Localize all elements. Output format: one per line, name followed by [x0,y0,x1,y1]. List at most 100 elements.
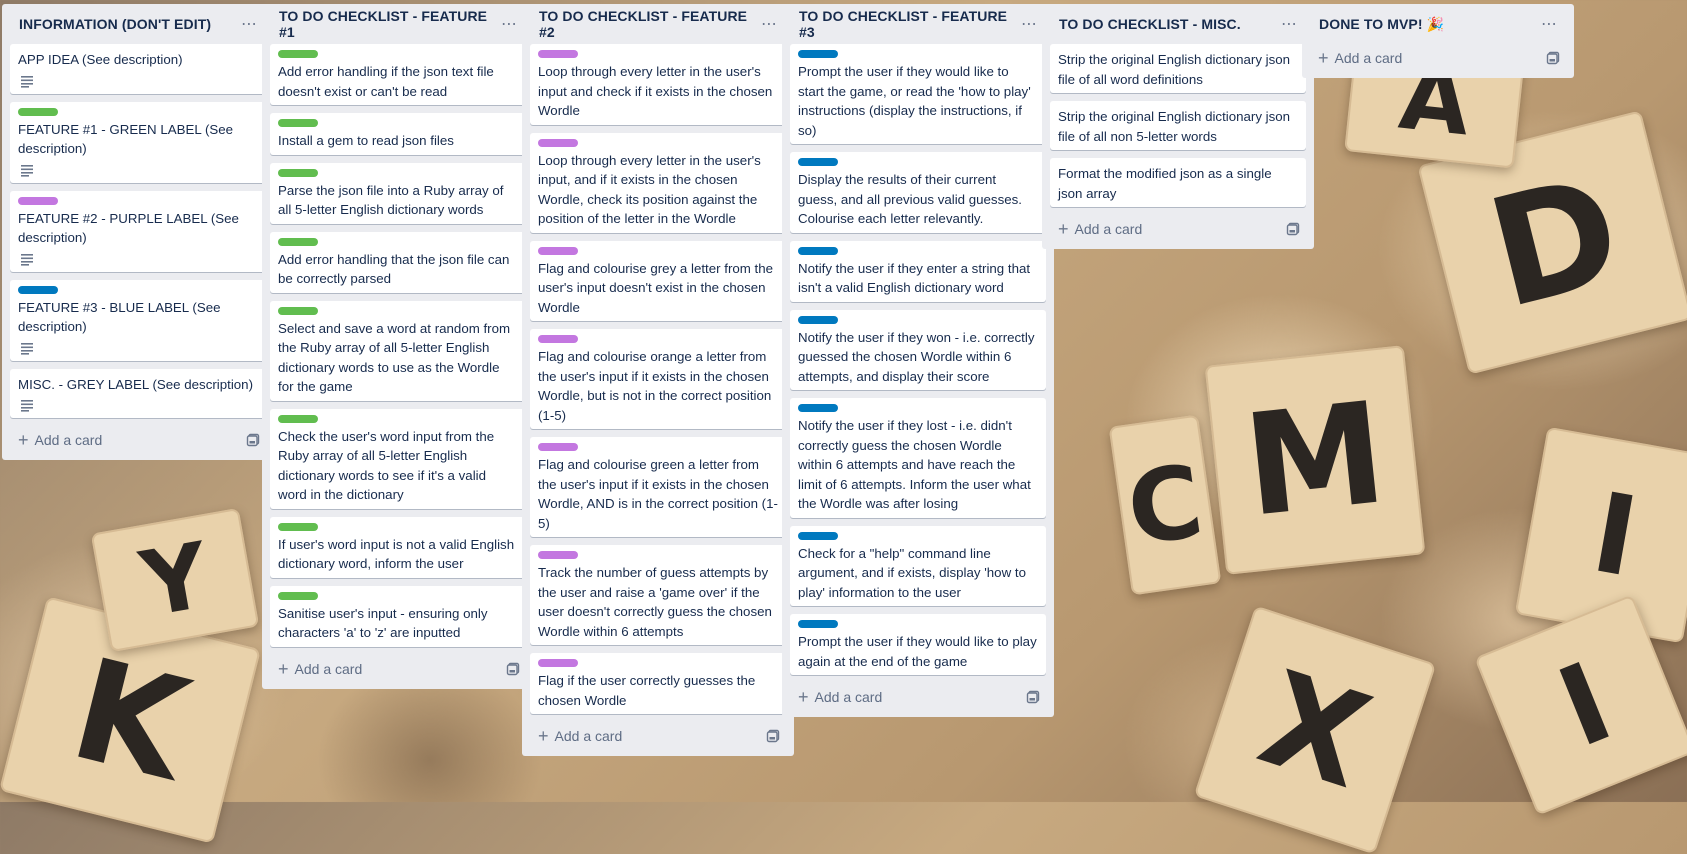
list-title[interactable]: INFORMATION (DON'T EDIT) [19,16,211,32]
label-green[interactable] [278,522,318,531]
label-green[interactable] [278,591,318,600]
add-card-button[interactable]: + Add a card [1058,220,1142,238]
label-purple[interactable] [538,138,578,147]
label-blue[interactable] [798,315,838,324]
card[interactable]: Prompt the user if they would like to pl… [790,614,1046,675]
label-purple[interactable] [18,196,58,205]
card-title: Check for a "help" command line argument… [798,545,1026,600]
list-title[interactable]: DONE TO MVP! 🎉 [1319,16,1444,33]
ellipsis-icon[interactable]: ⋯ [1277,14,1302,34]
list-title[interactable]: TO DO CHECKLIST - FEATURE #3 [799,8,1017,40]
label-purple[interactable] [538,246,578,255]
description-icon [21,342,33,355]
add-card-label: Add a card [1334,50,1403,66]
card[interactable]: Install a gem to read json files [270,113,526,155]
label-blue[interactable] [798,620,838,628]
label-blue[interactable] [798,404,838,412]
label-purple[interactable] [538,50,578,58]
list-misc: TO DO CHECKLIST - MISC. ⋯ Strip the orig… [1042,4,1314,249]
add-card-button[interactable]: + Add a card [278,660,362,678]
add-card-button[interactable]: + Add a card [18,431,102,449]
description-icon [21,253,33,266]
add-card-button[interactable]: + Add a card [1318,49,1402,67]
ellipsis-icon[interactable]: ⋯ [1537,14,1562,34]
add-card-label: Add a card [34,432,103,448]
ellipsis-icon[interactable]: ⋯ [497,14,522,34]
card-template-icon[interactable] [246,433,260,447]
label-purple[interactable] [538,659,578,667]
card-title: Display the results of their current gue… [798,172,1022,226]
card-template-icon[interactable] [506,662,520,676]
card[interactable]: Flag and colourise orange a letter from … [530,329,786,429]
label-green[interactable] [278,50,318,58]
label-blue[interactable] [18,285,58,294]
card[interactable]: Display the results of their current gue… [790,152,1046,233]
list-header: TO DO CHECKLIST - FEATURE #2 ⋯ [530,4,786,44]
card[interactable]: MISC. - GREY LABEL (See description) [10,368,266,418]
card[interactable]: Flag and colourise grey a letter from th… [530,240,786,321]
card-title: Check the user's word input from the Rub… [278,428,495,503]
list-title[interactable]: TO DO CHECKLIST - MISC. [1059,16,1241,32]
card[interactable]: Sanitise user's input - ensuring only ch… [270,585,526,647]
plus-icon: + [1058,219,1069,239]
card[interactable]: Prompt the user if they would like to st… [790,44,1046,144]
card[interactable]: FEATURE #1 - GREEN LABEL (See descriptio… [10,101,266,183]
ellipsis-icon[interactable]: ⋯ [757,14,782,34]
card[interactable]: Track the number of guess attempts by th… [530,545,786,645]
card[interactable]: FEATURE #2 - PURPLE LABEL (See descripti… [10,190,266,272]
card[interactable]: Check the user's word input from the Rub… [270,408,526,509]
plus-icon: + [278,658,289,679]
label-green[interactable] [278,237,318,246]
card[interactable]: Strip the original English dictionary js… [1050,44,1306,93]
card[interactable]: Add error handling if the json text file… [270,44,526,105]
card-title: If user's word input is not a valid Engl… [278,536,515,572]
add-card-button[interactable]: + Add a card [538,727,622,745]
card[interactable]: APP IDEA (See description) [10,44,266,94]
label-blue[interactable] [798,531,838,540]
card-template-icon[interactable] [1286,222,1300,236]
card-template-icon[interactable] [766,729,780,743]
label-green[interactable] [278,119,318,127]
card-title: Format the modified json as a single jso… [1058,166,1272,201]
card[interactable]: Add error handling that the json file ca… [270,231,526,293]
card-title: Notify the user if they lost - i.e. didn… [798,418,1031,511]
list-title[interactable]: TO DO CHECKLIST - FEATURE #1 [279,8,497,40]
list-information: INFORMATION (DON'T EDIT) ⋯ APP IDEA (See… [2,4,274,460]
card[interactable]: Flag and colourise green a letter from t… [530,437,786,537]
card[interactable]: FEATURE #3 - BLUE LABEL (See description… [10,279,266,361]
card[interactable]: Format the modified json as a single jso… [1050,158,1306,207]
card[interactable]: Strip the original English dictionary js… [1050,101,1306,150]
plus-icon: + [798,687,809,707]
label-purple[interactable] [538,443,578,451]
card[interactable]: Notify the user if they enter a string t… [790,240,1046,302]
card[interactable]: Loop through every letter in the user's … [530,44,786,125]
card[interactable]: Check for a "help" command line argument… [790,525,1046,606]
card[interactable]: Loop through every letter in the user's … [530,132,786,233]
ellipsis-icon[interactable]: ⋯ [237,14,262,34]
label-green[interactable] [278,414,318,423]
card[interactable]: Select and save a word at random from th… [270,300,526,401]
card[interactable]: If user's word input is not a valid Engl… [270,516,526,578]
label-blue[interactable] [798,158,838,166]
label-purple[interactable] [538,551,578,559]
list-title[interactable]: TO DO CHECKLIST - FEATURE #2 [539,8,757,40]
label-green[interactable] [278,306,318,315]
ellipsis-icon[interactable]: ⋯ [1017,14,1042,34]
list-header: DONE TO MVP! 🎉 ⋯ [1310,4,1566,44]
add-card-label: Add a card [294,660,363,677]
list-header: TO DO CHECKLIST - MISC. ⋯ [1050,4,1306,44]
list-header: TO DO CHECKLIST - FEATURE #3 ⋯ [790,4,1046,44]
card[interactable]: Notify the user if they won - i.e. corre… [790,309,1046,390]
card[interactable]: Parse the json file into a Ruby array of… [270,162,526,224]
card[interactable]: Notify the user if they lost - i.e. didn… [790,398,1046,518]
plus-icon: + [538,726,549,746]
label-green[interactable] [278,168,318,177]
label-green[interactable] [18,107,58,116]
card-template-icon[interactable] [1026,690,1040,704]
card-template-icon[interactable] [1546,51,1560,65]
card[interactable]: Flag if the user correctly guesses the c… [530,653,786,714]
add-card-button[interactable]: + Add a card [798,688,882,706]
label-purple[interactable] [538,335,578,343]
label-blue[interactable] [798,246,838,255]
label-blue[interactable] [798,50,838,58]
